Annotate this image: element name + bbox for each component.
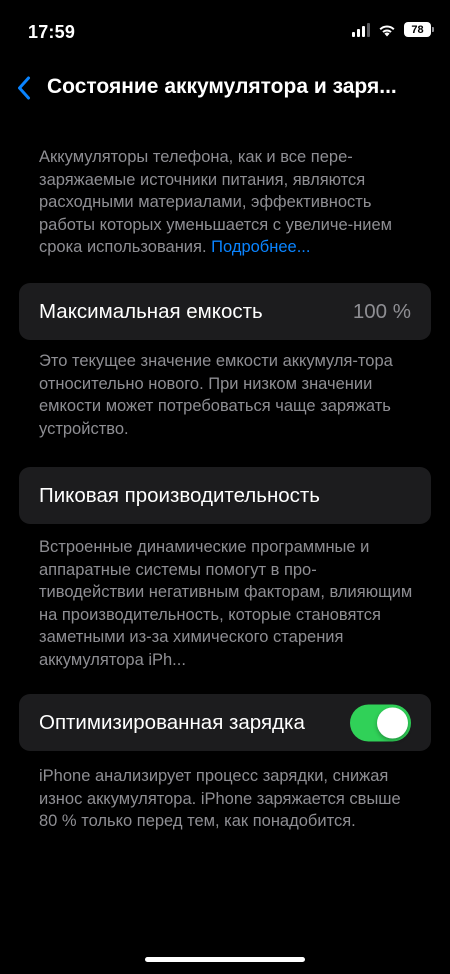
optimized-charging-row: Оптимизированная зарядка <box>19 694 431 751</box>
chevron-left-icon <box>18 76 30 100</box>
intro-description: Аккумуляторы телефона, как и все пере-за… <box>39 146 414 259</box>
battery-level: 78 <box>404 22 431 37</box>
peak-performance-row: Пиковая производительность <box>19 467 431 524</box>
page-title: Состояние аккумулятора и заря... <box>47 75 397 98</box>
max-capacity-value: 100 % <box>352 299 411 323</box>
max-capacity-row: Максимальная емкость 100 % <box>19 283 431 340</box>
wifi-icon <box>379 24 395 36</box>
status-time: 17:59 <box>28 22 76 42</box>
peak-performance-label: Пиковая производительность <box>39 483 320 507</box>
optimized-charging-description: iPhone анализирует процесс зарядки, сниж… <box>39 767 401 830</box>
status-bar: 17:59 78 <box>0 0 450 64</box>
optimized-charging-toggle[interactable] <box>350 704 411 741</box>
home-indicator[interactable] <box>145 957 305 962</box>
max-capacity-label: Максимальная емкость <box>39 299 263 323</box>
peak-performance-description: Встроенные динамические программные и ап… <box>39 538 413 669</box>
optimized-charging-label: Оптимизированная зарядка <box>39 710 305 734</box>
status-icons: 78 <box>352 22 434 37</box>
toggle-knob <box>377 707 408 738</box>
max-capacity-description: Это текущее значение емкости аккумуля-то… <box>39 352 393 438</box>
battery-icon: 78 <box>404 22 434 37</box>
navigation-bar: Состояние аккумулятора и заря... <box>0 64 450 112</box>
back-button[interactable] <box>8 70 40 106</box>
cellular-signal-icon <box>352 22 370 37</box>
learn-more-link[interactable]: Подробнее... <box>211 238 310 256</box>
